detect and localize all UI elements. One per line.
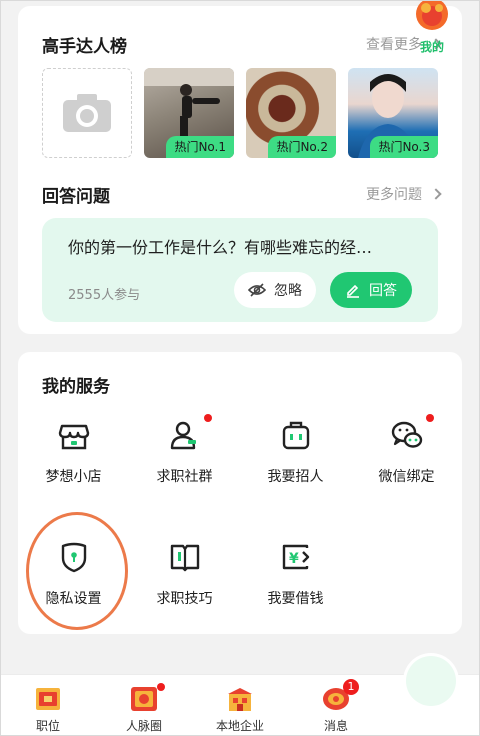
wechat-icon [390,414,434,452]
highlight-ring [26,512,128,630]
answer-label: 回答 [369,283,397,299]
community-icon [168,414,212,452]
eye-off-icon [248,283,266,297]
network-icon [129,683,165,713]
service-label: 微信绑定 [378,469,435,485]
talent-rank-badge: 热门No.3 [370,136,438,158]
nav-label: 人脉圈 [125,719,162,733]
camera-icon [63,94,111,132]
talent-ranking-title: 高手达人榜 [42,36,127,57]
service-label: 梦想小店 [45,469,102,485]
nav-label: 我的 [419,40,444,54]
questions-more-label: 更多问题 [366,187,422,203]
jobs-icon [33,685,63,713]
talent-ranking-header: 高手达人榜 查看更多 [42,30,442,58]
services-title: 我的服务 [42,376,110,397]
new-dot-icon [157,683,165,691]
talent-rank-badge: 热门No.1 [166,136,234,158]
service-borrow-money[interactable]: ¥ 我要借钱 [240,540,351,620]
recruit-icon [279,418,313,452]
nav-label: 本地企业 [215,719,264,733]
service-label: 求职技巧 [156,591,213,607]
nav-tab-messages[interactable]: 1 消息 [288,675,384,736]
service-label: 我要借钱 [267,591,324,607]
nav-label: 消息 [323,719,348,733]
service-job-tips[interactable]: 求职技巧 [129,540,240,620]
questions-more-link[interactable]: 更多问题 [366,184,442,204]
ignore-button[interactable]: 忽略 [234,272,316,308]
nav-tab-network[interactable]: 人脉圈 [96,675,192,736]
services-header: 我的服务 [42,370,440,398]
talent-rank-badge: 热门No.2 [268,136,336,158]
new-dot-icon [203,414,212,422]
service-recruit[interactable]: 我要招人 [240,418,351,498]
local-company-icon [225,685,255,713]
message-icon: 1 [321,679,359,713]
active-tab-bubble [406,656,456,706]
service-label: 求职社群 [156,469,213,485]
nav-tab-local-company[interactable]: 本地企业 [192,675,288,736]
service-dream-shop[interactable]: 梦想小店 [18,418,129,498]
loan-icon: ¥ [279,540,313,574]
question-card[interactable]: 你的第一份工作是什么？有哪些难忘的经… 2555人参与 忽略 回答 [42,218,438,322]
shop-icon [57,418,91,452]
me-icon [412,0,452,34]
talent-item[interactable]: 热门No.2 [246,68,336,158]
chevron-right-icon [430,188,442,200]
nav-tab-jobs[interactable]: 职位 [0,675,96,736]
nav-tab-me[interactable]: 我的 [384,0,480,62]
book-icon [168,540,202,574]
pencil-icon [347,284,359,298]
upload-photo-button[interactable] [42,68,132,158]
nav-label: 职位 [35,719,60,733]
question-participants: 2555人参与 [68,288,141,303]
new-dot-icon [425,414,434,422]
talent-list: 热门No.1 热门No.2 热门No.3 [42,68,438,158]
talent-item[interactable]: 热门No.3 [348,68,438,158]
talent-item[interactable]: 热门No.1 [144,68,234,158]
answer-button[interactable]: 回答 [330,272,412,308]
service-wechat-bind[interactable]: 微信绑定 [351,414,462,498]
question-text: 你的第一份工作是什么？有哪些难忘的经… [68,238,373,257]
service-job-community[interactable]: 求职社群 [129,414,240,498]
questions-header: 回答问题 更多问题 [42,180,442,208]
svg-text:¥: ¥ [289,551,299,567]
questions-title: 回答问题 [42,186,110,207]
services-card: 我的服务 梦想小店 求职社群 我要招人 微信绑定 隐私设置 求职技巧 ¥ 我要借… [18,352,462,634]
ignore-label: 忽略 [274,283,302,299]
message-count-badge: 1 [343,679,359,695]
service-label: 我要招人 [267,469,324,485]
